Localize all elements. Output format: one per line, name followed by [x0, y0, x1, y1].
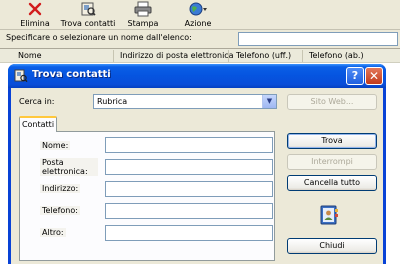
name-field[interactable] — [105, 137, 273, 153]
column-separator[interactable] — [302, 50, 303, 62]
find-contacts-button[interactable]: Trova contatti — [60, 1, 116, 28]
delete-button[interactable]: Elimina — [20, 1, 50, 28]
find-contacts-dialog: Trova contatti ? ✕ Cerca in: Rubrica ▼ S… — [8, 64, 386, 264]
print-button-label: Stampa — [127, 19, 159, 28]
column-header-home-phone[interactable]: Telefono (ab.) — [309, 51, 364, 60]
email-label: Posta elettronica: — [40, 158, 98, 176]
find-contacts-icon — [14, 69, 28, 83]
name-label: Nome: — [40, 141, 71, 150]
dialog-titlebar[interactable]: Trova contatti ? ✕ — [8, 64, 386, 88]
stop-button[interactable]: Interrompi — [287, 154, 377, 170]
list-header: Nome Indirizzo di posta elettronica Tele… — [0, 49, 400, 63]
search-in-select[interactable]: Rubrica ▼ — [93, 94, 277, 109]
search-row: Specificare o selezionare un nome dall'e… — [0, 30, 400, 48]
dialog-title: Trova contatti — [32, 69, 111, 80]
print-button[interactable]: Stampa — [126, 1, 160, 28]
close-dialog-button[interactable]: Chiudi — [287, 238, 377, 254]
column-separator[interactable] — [228, 50, 229, 62]
search-in-value: Rubrica — [97, 97, 128, 106]
find-contacts-button-label: Trova contatti — [60, 19, 116, 28]
column-header-work-phone[interactable]: Telefono (uff.) — [236, 51, 291, 60]
delete-x-icon — [28, 2, 42, 16]
clear-all-button[interactable]: Cancella tutto — [287, 175, 377, 191]
help-button[interactable]: ? — [346, 67, 364, 85]
delete-button-label: Elimina — [20, 19, 50, 28]
tab-contacts[interactable]: Contatti — [19, 116, 57, 132]
search-label: Specificare o selezionare un nome dall'e… — [6, 33, 192, 42]
toolbar: Elimina Trova contatti Stampa Azione — [0, 0, 400, 30]
phone-label: Telefono: — [40, 206, 80, 215]
address-label: Indirizzo: — [40, 184, 81, 193]
email-field[interactable] — [105, 159, 273, 175]
address-book-icon — [320, 205, 338, 225]
phone-field[interactable] — [105, 203, 273, 219]
action-button-label: Azione — [184, 19, 212, 28]
find-button[interactable]: Trova — [287, 133, 377, 149]
other-field[interactable] — [105, 225, 273, 241]
column-header-email[interactable]: Indirizzo di posta elettronica — [120, 51, 234, 60]
chevron-down-icon[interactable]: ▼ — [262, 95, 276, 108]
address-field[interactable] — [105, 181, 273, 197]
action-button[interactable]: Azione — [183, 1, 213, 28]
web-site-button[interactable]: Sito Web... — [287, 94, 377, 110]
dialog-body: Cerca in: Rubrica ▼ Sito Web... Contatti… — [11, 88, 383, 264]
close-button[interactable]: ✕ — [365, 67, 383, 85]
other-label: Altro: — [40, 228, 66, 237]
contacts-tab-panel: Nome: Posta elettronica: Indirizzo: Tele… — [19, 131, 275, 261]
search-in-label: Cerca in: — [19, 97, 55, 106]
action-globe-icon — [189, 2, 207, 16]
column-header-name[interactable]: Nome — [18, 51, 42, 60]
printer-icon — [134, 1, 152, 17]
column-separator[interactable] — [113, 50, 114, 62]
search-input[interactable] — [238, 32, 398, 46]
find-contacts-icon — [81, 2, 96, 16]
